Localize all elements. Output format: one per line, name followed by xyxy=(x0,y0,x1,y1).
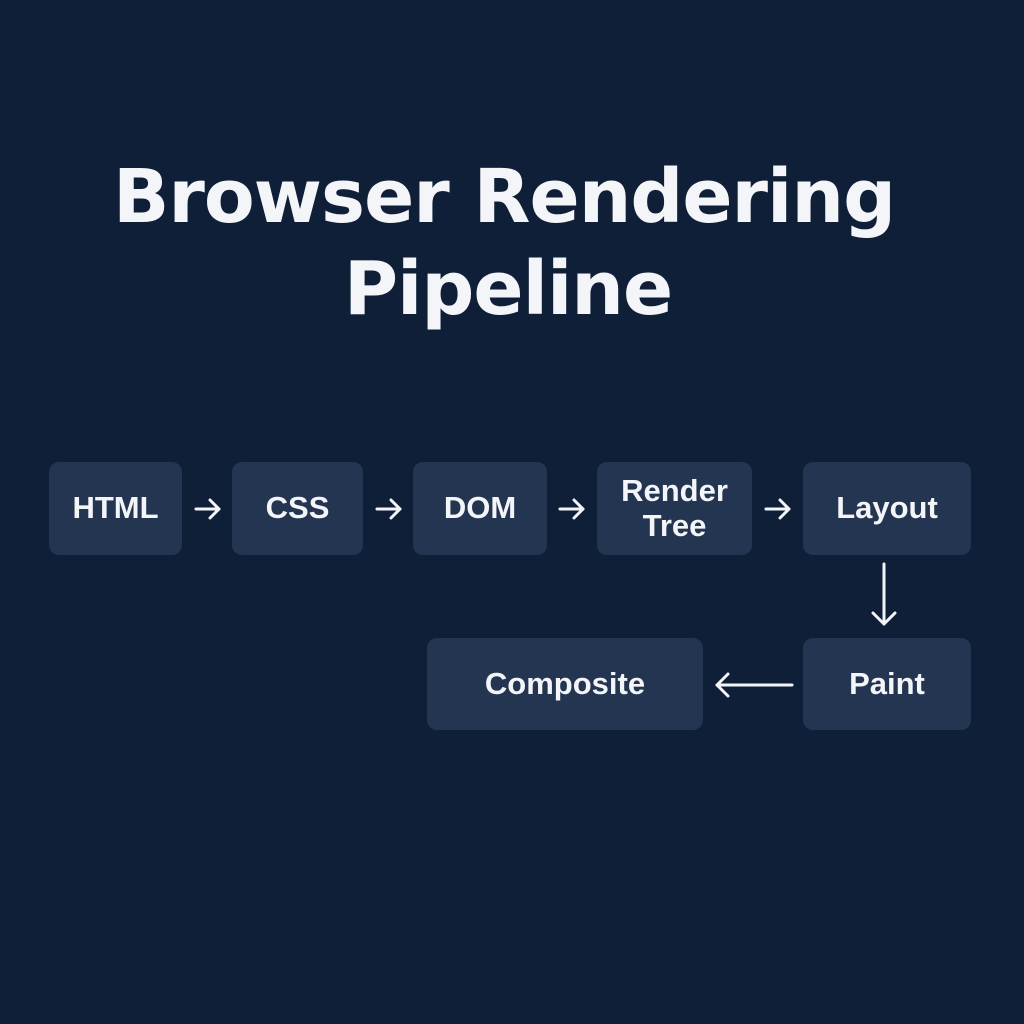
arrow-css-to-dom xyxy=(375,498,402,520)
node-paint: Paint xyxy=(803,638,971,730)
node-layout: Layout xyxy=(803,462,971,555)
node-render-tree: Render Tree xyxy=(597,462,752,555)
arrow-paint-to-composite xyxy=(715,672,794,698)
diagram-title-line-1: Browser Rendering xyxy=(112,154,896,240)
arrow-html-to-css xyxy=(194,498,221,520)
node-html: HTML xyxy=(49,462,182,555)
diagram-title-line-2: Pipeline xyxy=(343,246,673,332)
node-composite: Composite xyxy=(427,638,703,730)
node-css: CSS xyxy=(232,462,363,555)
node-dom: DOM xyxy=(413,462,547,555)
arrow-layout-to-paint xyxy=(871,562,897,626)
arrow-dom-to-render-tree xyxy=(558,498,585,520)
arrow-render-tree-to-layout xyxy=(764,498,791,520)
